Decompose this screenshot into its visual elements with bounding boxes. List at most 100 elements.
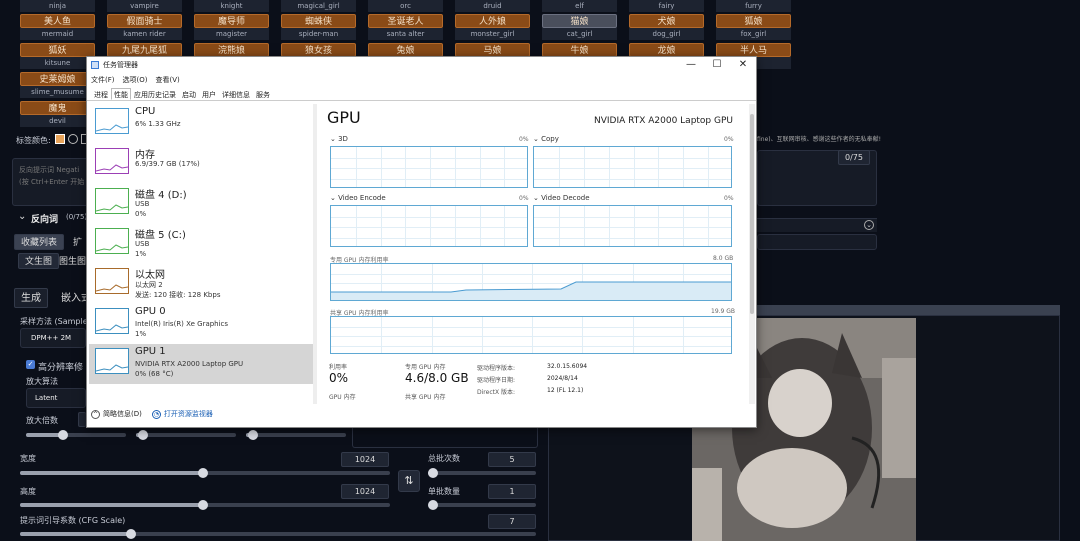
tag-tags_row1-1[interactable]: 假面骑士 kamen rider [107,14,182,40]
sidebar-thumbnail [95,228,129,254]
sidebar-item-2[interactable]: 磁盘 4 (D:) USB 0% [89,184,313,224]
batch-count-input[interactable]: 5 [488,452,536,467]
tag-tags_row1-8[interactable]: 狐娘 fox_girl [716,14,791,40]
tag-tags_row4-0[interactable]: 魔鬼 devil [20,101,95,127]
negative-collapse-icon[interactable]: ⌄ [18,211,26,222]
open-resource-monitor-link[interactable]: ◔ 打开资源监视器 [151,409,213,419]
batch-size-slider[interactable] [428,500,536,510]
width-input[interactable]: 1024 [341,452,389,467]
tag-tags_row0_en-8[interactable]: furry [716,0,791,12]
sampler-dropdown[interactable]: DPM++ 2M [20,328,86,348]
tag-en-label: ninja [20,0,95,12]
tab-startup[interactable]: 启动 [179,88,199,100]
tag-zh-label: 魔导师 [194,14,269,28]
tab-generate[interactable]: 生成 [14,288,48,308]
hires-steps-slider[interactable] [136,430,236,440]
tag-tags_row3-0[interactable]: 史莱姆娘 slime_musume [20,72,95,98]
tag-en-label: monster_girl [455,28,530,40]
tag-tags_row1-3[interactable]: 蜘蛛侠 spider-man [281,14,356,40]
height-slider[interactable] [20,500,390,510]
tag-tags_row0_en-3[interactable]: magical_girl [281,0,356,12]
tab-favorites[interactable]: 收藏列表 [14,234,65,250]
tab-users[interactable]: 用户 [199,88,219,100]
tag-tags_row2-0[interactable]: 狐妖 kitsune [20,43,95,69]
grid-line [380,206,382,246]
cfg-input[interactable]: 7 [488,514,536,529]
tab-processes[interactable]: 进程 [91,88,111,100]
sidebar-item-name: 磁盘 5 (C:) [135,230,186,241]
width-slider[interactable] [20,468,390,478]
close-button[interactable]: ✕ [730,57,756,73]
gpu-title: GPU [327,108,361,127]
fewer-details-button[interactable]: ^ 简略信息(D) [91,409,142,419]
tag-tags_row1-6[interactable]: 猫娘 cat_girl [542,14,617,40]
batch-size-input[interactable]: 1 [488,484,536,499]
tag-zh-label: 狐娘 [716,14,791,28]
right-input-bar[interactable] [757,234,877,250]
tag-tags_row0_en-5[interactable]: druid [455,0,530,12]
cfg-slider[interactable] [20,529,536,539]
tag-tags_row1-4[interactable]: 圣诞老人 santa alter [368,14,443,40]
tab-app-history[interactable]: 应用历史记录 [131,88,179,100]
graph-video-encode-label[interactable]: ⌄ Video Encode [330,194,386,202]
sidebar-scrollbar[interactable] [313,104,317,404]
tag-color-swatch-2[interactable] [68,134,78,144]
negative-prompt-box[interactable]: 反向提示词 Negati (按 Ctrl+Enter 开始 [12,158,92,206]
util-label: 利用率 [329,364,348,371]
graph-3d-label[interactable]: ⌄ 3D [330,135,348,143]
sidebar-item-4[interactable]: 以太网 以太网 2 发送: 120 接收: 128 Kbps [89,264,313,304]
denoise-slider[interactable] [246,430,346,440]
sidebar-thumbnail [95,348,129,374]
tag-tags_row0_en-1[interactable]: vampire [107,0,182,12]
menu-file[interactable]: 文件(F) [91,75,115,85]
tag-tags_row0_en-4[interactable]: orc [368,0,443,12]
tag-color-swatch-orange[interactable] [55,134,65,144]
hires-checkbox[interactable]: ✓ [26,360,35,369]
tag-zh-label: 马娘 [455,43,530,57]
task-manager-window[interactable]: 任务管理器 — ☐ ✕ 文件(F) 选项(O) 查看(V) 进程 性能 应用历史… [86,56,757,428]
upscaler-dropdown[interactable]: Latent [26,388,86,408]
tab-performance[interactable]: 性能 [111,88,131,100]
upscaler-label: 放大算法 [26,377,58,386]
sidebar-item-3[interactable]: 磁盘 5 (C:) USB 1% [89,224,313,264]
sidebar-item-1[interactable]: 内存 6.9/39.7 GB (17%) [89,144,313,184]
chevron-down-icon[interactable]: ⌄ [864,220,874,230]
tag-tags_row0_en-7[interactable]: fairy [629,0,704,12]
minimize-button[interactable]: — [678,57,704,73]
menu-options[interactable]: 选项(O) [123,75,148,85]
right-section-bar [757,218,877,232]
tab-details[interactable]: 详细信息 [219,88,253,100]
graph-video-decode-label[interactable]: ⌄ Video Decode [533,194,590,202]
tag-tags_row1-5[interactable]: 人外娘 monster_girl [455,14,530,40]
sidebar-item-name: 内存 [135,150,155,161]
upscale-by-input[interactable] [78,412,86,427]
grid-line [405,147,407,187]
main-scrollbar[interactable] [749,104,755,404]
swap-dimensions-button[interactable]: ⇅ [398,470,420,492]
maximize-button[interactable]: ☐ [704,57,730,73]
tag-tags_row0_en-2[interactable]: knight [194,0,269,12]
tab-services[interactable]: 服务 [253,88,273,100]
scrollbar-thumb[interactable] [750,114,754,314]
tag-tags_row0_en-6[interactable]: elf [542,0,617,12]
tag-tags_row1-2[interactable]: 魔导师 magister [194,14,269,40]
tag-zh-label: 兔娘 [368,43,443,57]
grid-line [534,157,731,159]
graph-copy-label[interactable]: ⌄ Copy [533,135,559,143]
tag-tags_row1-0[interactable]: 美人鱼 mermaid [20,14,95,40]
tag-en-label: fairy [629,0,704,12]
tag-tags_row0_en-0[interactable]: ninja [20,0,95,12]
height-input[interactable]: 1024 [341,484,389,499]
grid-line [331,326,731,328]
grid-line [608,206,610,246]
batch-count-slider[interactable] [428,468,536,478]
sidebar-item-5[interactable]: GPU 0 Intel(R) Iris(R) Xe Graphics 1% [89,304,313,344]
upscale-slider[interactable] [26,430,126,440]
grid-line [431,317,433,353]
sidebar-item-6[interactable]: GPU 1 NVIDIA RTX A2000 Laptop GPU 0% (68 °… [89,344,313,384]
tag-tags_row1-7[interactable]: 犬娘 dog_girl [629,14,704,40]
tag-zh-label: 牛娘 [542,43,617,57]
menu-view[interactable]: 查看(V) [155,75,179,85]
sidebar-item-0[interactable]: CPU 6% 1.33 GHz [89,104,313,144]
sidebar-item-name: GPU 0 [135,306,166,317]
